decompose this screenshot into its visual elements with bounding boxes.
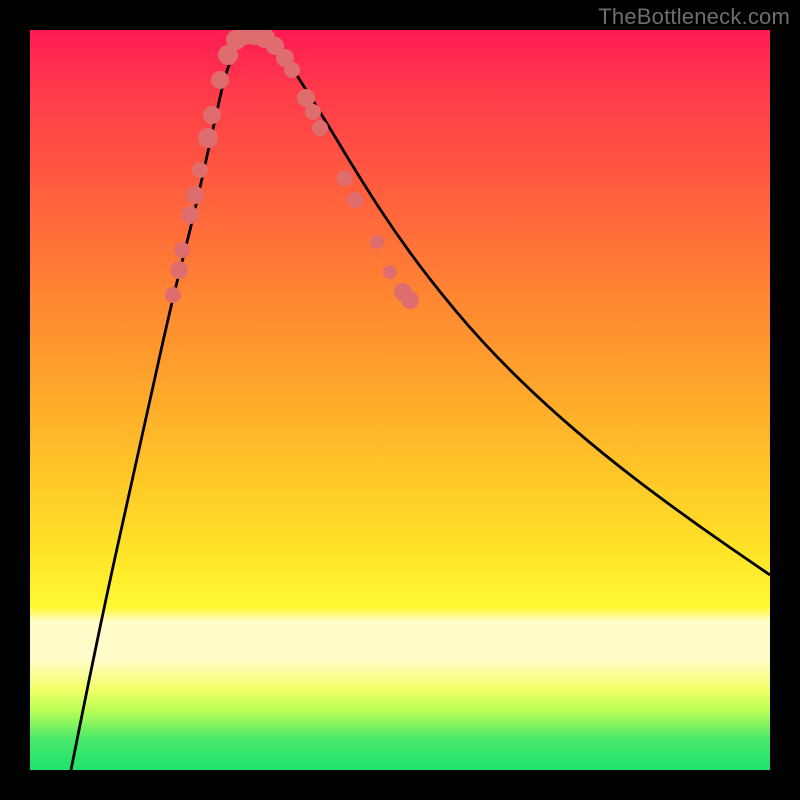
data-marker <box>203 106 221 124</box>
data-marker <box>337 170 353 186</box>
data-marker <box>284 62 300 78</box>
plot-area <box>30 30 770 770</box>
data-marker <box>165 287 181 303</box>
curve-svg <box>30 30 770 770</box>
data-marker <box>305 104 321 120</box>
data-marker <box>383 265 397 279</box>
data-marker <box>370 235 384 249</box>
data-marker <box>312 120 328 136</box>
data-marker <box>401 291 419 309</box>
bottleneck-curve <box>71 35 770 770</box>
data-marker <box>347 192 363 208</box>
data-marker <box>181 206 199 224</box>
data-marker <box>198 128 218 148</box>
curve-line <box>71 35 770 770</box>
data-marker <box>192 162 208 178</box>
watermark-text: TheBottleneck.com <box>598 4 790 30</box>
data-marker <box>211 71 229 89</box>
data-marker <box>186 186 204 204</box>
data-marker <box>170 261 188 279</box>
data-marker <box>174 242 190 258</box>
chart-frame: TheBottleneck.com <box>0 0 800 800</box>
data-markers <box>165 30 419 309</box>
